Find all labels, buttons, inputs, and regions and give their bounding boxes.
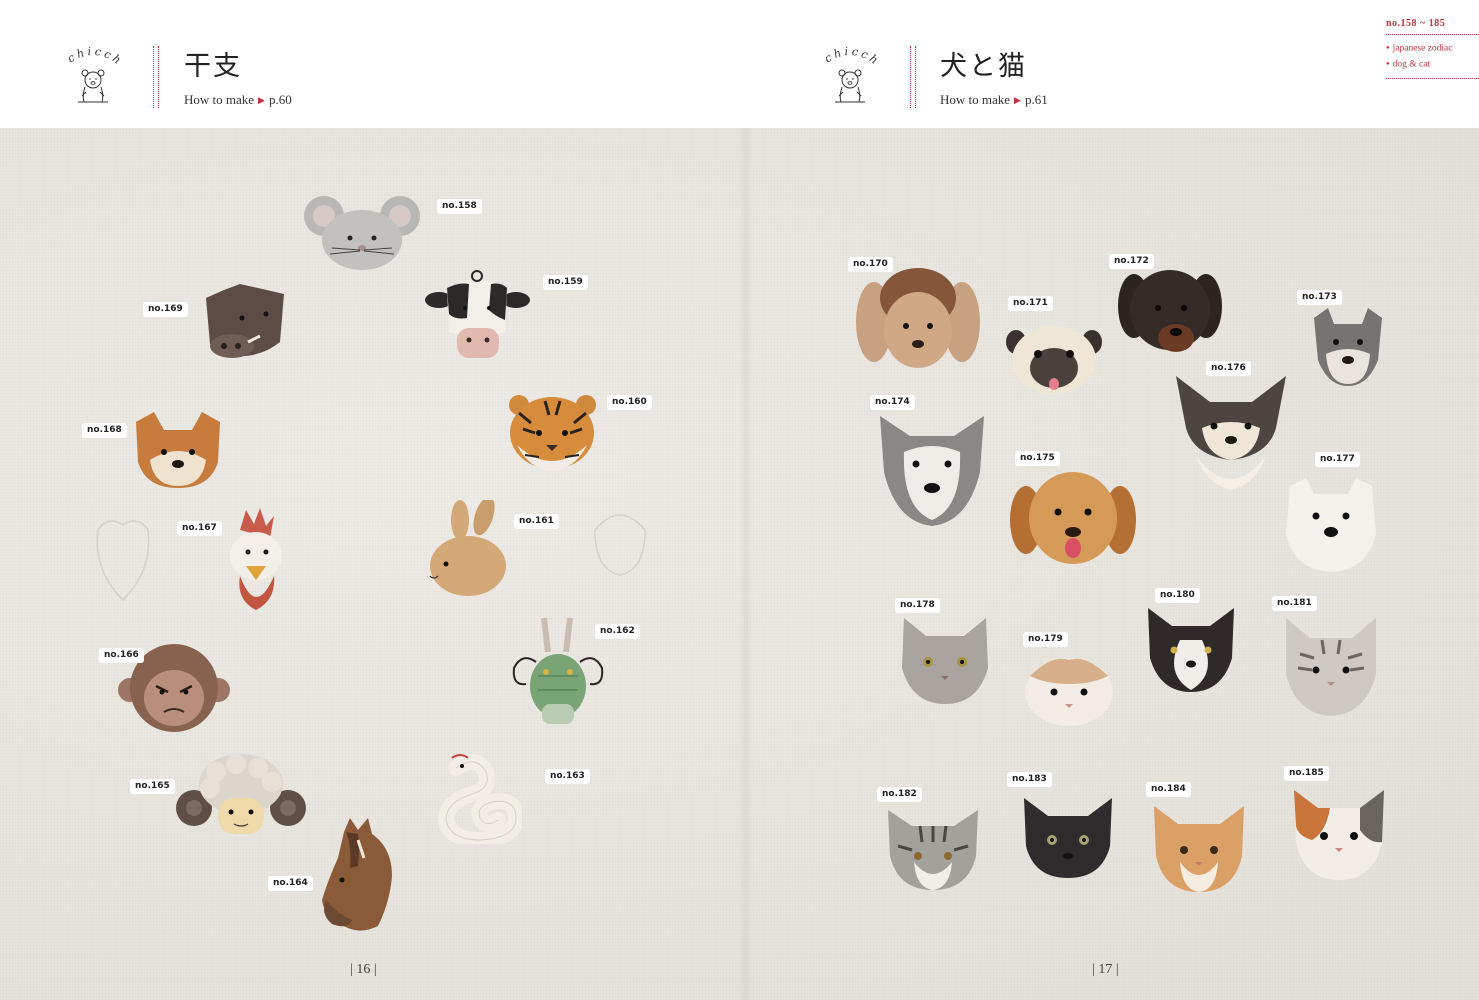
patch-185-calico-cat <box>1294 790 1384 880</box>
index-item-dog-cat[interactable]: dog & cat <box>1386 57 1479 73</box>
label-no-170: no.170 <box>848 257 893 272</box>
patch-162-dragon <box>512 617 604 724</box>
patch-182-tabby-cat <box>888 810 978 890</box>
index-range: no.158 ~ 185 <box>1386 18 1446 29</box>
chicchi-bear-logo-left: chicchi <box>58 40 128 120</box>
patch-167-rooster <box>230 508 282 610</box>
patch-165-sheep <box>176 754 306 834</box>
patch-171-pug <box>1006 326 1102 394</box>
label-no-172: no.172 <box>1109 254 1154 269</box>
patch-170-poodle <box>856 268 980 368</box>
patch-181-silver-tabby <box>1286 618 1376 716</box>
label-no-166: no.166 <box>99 648 144 663</box>
page-number-value: 16 <box>356 962 371 977</box>
label-no-173: no.173 <box>1297 290 1342 305</box>
patch-169-boar <box>206 284 284 358</box>
patch-173-schnauzer <box>1314 308 1382 386</box>
index-dotted-rule <box>1386 78 1479 80</box>
chicchi-bear-logo-right: chicchi <box>815 40 885 120</box>
header-divider-right <box>910 46 916 108</box>
sketch-outline <box>594 514 646 576</box>
label-no-181: no.181 <box>1272 596 1317 611</box>
patch-184-orange-cat <box>1154 806 1244 892</box>
label-no-163: no.163 <box>545 769 590 784</box>
patch-161-rabbit <box>429 500 506 596</box>
triangle-right-icon: ▶ <box>258 95 265 105</box>
label-no-159: no.159 <box>543 275 588 290</box>
label-no-171: no.171 <box>1008 296 1053 311</box>
patch-168-shiba <box>136 412 220 488</box>
patch-176-chihuahua <box>1176 376 1286 490</box>
label-no-167: no.167 <box>177 521 222 536</box>
patch-164-horse <box>322 818 392 931</box>
index-item-zodiac[interactable]: japanese zodiac <box>1386 41 1479 57</box>
patch-177-samoyed <box>1286 478 1376 572</box>
page-number-left: | 16 | <box>350 962 377 977</box>
patch-178-grey-cat <box>902 618 988 704</box>
label-no-162: no.162 <box>595 624 640 639</box>
label-no-161: no.161 <box>514 514 559 529</box>
patch-172-dachshund <box>1118 270 1222 352</box>
patch-163-snake <box>437 754 522 844</box>
label-no-174: no.174 <box>870 395 915 410</box>
label-no-182: no.182 <box>877 787 922 802</box>
label-no-169: no.169 <box>143 302 188 317</box>
label-no-177: no.177 <box>1315 452 1360 467</box>
bear-icon <box>835 69 865 103</box>
patch-180-tuxedo-cat <box>1148 608 1234 692</box>
label-no-183: no.183 <box>1007 772 1052 787</box>
label-no-180: no.180 <box>1155 588 1200 603</box>
patch-174-husky <box>880 416 984 526</box>
bear-icon <box>78 69 108 103</box>
label-no-168: no.168 <box>82 423 127 438</box>
sketch-outline <box>96 520 150 602</box>
label-no-179: no.179 <box>1023 632 1068 647</box>
label-no-184: no.184 <box>1146 782 1191 797</box>
patch-158-mouse <box>304 196 420 270</box>
label-no-164: no.164 <box>268 876 313 891</box>
how-to-make-label: How to make <box>184 92 255 107</box>
how-to-make-page[interactable]: p.61 <box>1025 92 1048 107</box>
label-no-185: no.185 <box>1284 766 1329 781</box>
patch-159-cow <box>425 270 530 358</box>
how-to-make-label: How to make <box>940 92 1011 107</box>
label-no-165: no.165 <box>130 779 175 794</box>
how-to-make-page[interactable]: p.60 <box>269 92 292 107</box>
header-divider-left <box>153 46 159 108</box>
index-tab: no.158 ~ 185 japanese zodiac dog & cat <box>1386 18 1479 92</box>
page-title-zodiac: 干支 <box>184 51 242 82</box>
patch-183-black-cat <box>1024 798 1112 878</box>
label-no-160: no.160 <box>607 395 652 410</box>
page-number-value: 17 <box>1098 962 1113 977</box>
page-title-dogs-cats: 犬と猫 <box>940 51 1027 82</box>
patch-175-golden <box>1010 472 1136 564</box>
label-no-176: no.176 <box>1206 361 1251 376</box>
how-to-make-right: How to make ▶ p.61 <box>940 92 1048 108</box>
page-number-right: | 17 | <box>1092 962 1119 977</box>
patch-160-tiger <box>509 395 596 471</box>
index-dotted-rule <box>1386 34 1479 35</box>
how-to-make-left: How to make ▶ p.60 <box>184 92 292 108</box>
label-no-175: no.175 <box>1015 451 1060 466</box>
label-no-158: no.158 <box>437 199 482 214</box>
patch-179-scottish-fold <box>1025 658 1113 726</box>
book-gutter <box>739 128 753 1000</box>
label-no-178: no.178 <box>895 598 940 613</box>
triangle-right-icon: ▶ <box>1014 95 1021 105</box>
